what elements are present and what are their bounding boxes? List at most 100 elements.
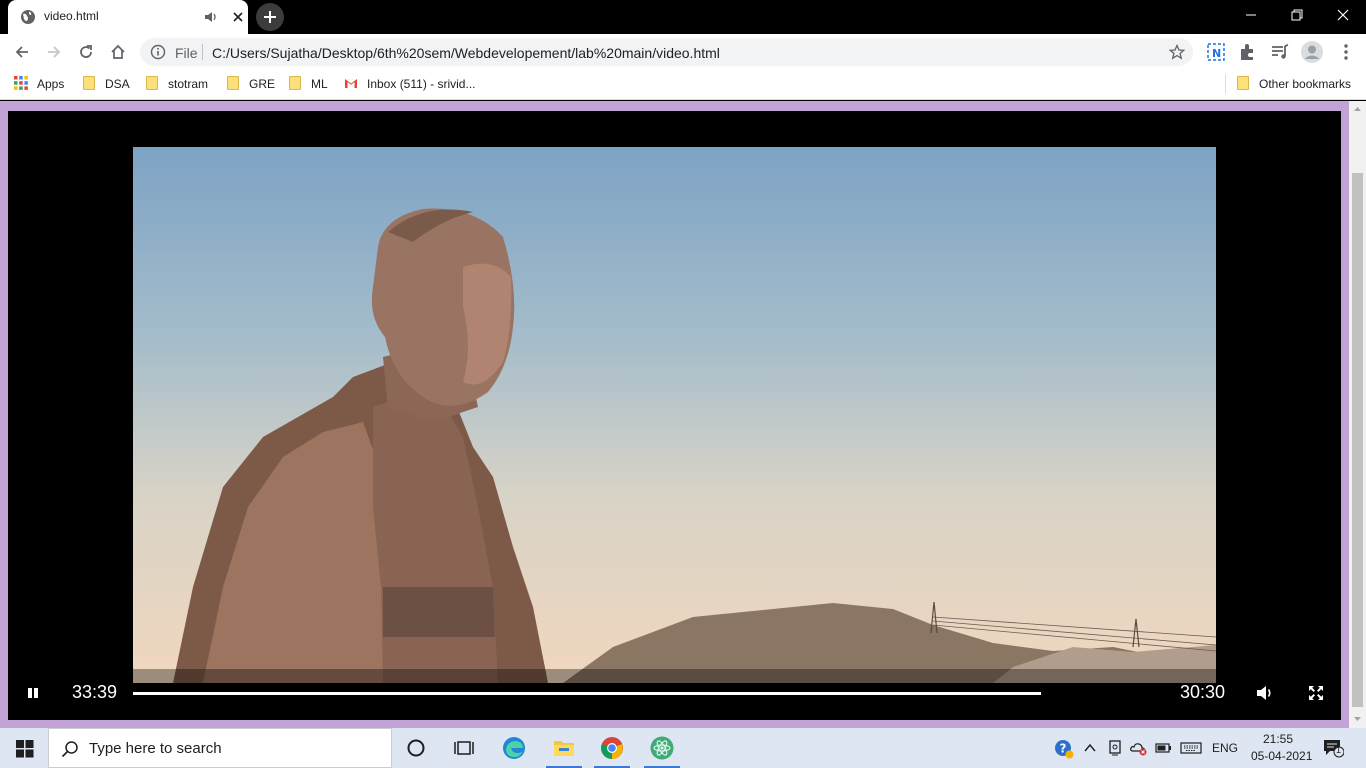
start-button[interactable] [0, 728, 48, 768]
pause-icon[interactable] [26, 686, 40, 700]
reload-button[interactable] [72, 38, 100, 66]
arrow-right-icon [48, 46, 61, 58]
bookmark-gre[interactable]: GRE [227, 76, 275, 94]
menu-kebab-icon[interactable] [1334, 40, 1358, 64]
globe-icon [21, 10, 35, 24]
media-control-icon[interactable] [1268, 40, 1292, 64]
task-view-button[interactable] [440, 728, 488, 768]
speaker-playing-icon[interactable] [204, 10, 218, 24]
extensions-puzzle-icon[interactable] [1236, 40, 1260, 64]
search-placeholder: Type here to search [89, 740, 222, 757]
close-tab-icon[interactable] [230, 9, 246, 25]
close-window-button[interactable] [1320, 0, 1366, 30]
notification-center[interactable]: 1 [1322, 738, 1345, 758]
tab-title: video.html [44, 9, 99, 23]
svg-text:N: N [1212, 47, 1221, 60]
bookmark-ml[interactable]: ML [289, 76, 328, 94]
fullscreen-icon[interactable] [1308, 685, 1324, 701]
profile-avatar-icon[interactable] [1300, 40, 1324, 64]
bookmark-apps[interactable]: Apps [14, 76, 64, 94]
other-bookmarks[interactable]: Other bookmarks [1237, 76, 1351, 94]
bookmark-label: stotram [168, 77, 209, 91]
taskbar-search[interactable]: Type here to search [48, 728, 392, 768]
help-icon[interactable]: ? [1054, 739, 1074, 759]
taskbar-chrome[interactable] [588, 728, 636, 768]
clock-time[interactable]: 21:55 [1263, 732, 1293, 746]
extension-n-icon[interactable]: N [1204, 40, 1228, 64]
folder-icon [227, 76, 239, 90]
bookmark-star-icon[interactable] [1169, 44, 1185, 60]
video-player[interactable]: 33:39 30:30 [8, 111, 1341, 720]
back-button[interactable] [8, 38, 36, 66]
page-scrollbar[interactable] [1349, 101, 1366, 728]
bookmark-stotram[interactable]: stotram [146, 76, 208, 94]
taskbar-file-explorer[interactable] [540, 728, 588, 768]
tab-strip: video.html [0, 0, 1366, 34]
duration-time: 30:30 [1180, 682, 1226, 702]
bookmark-dsa[interactable]: DSA [83, 76, 130, 94]
svg-text:?: ? [1060, 742, 1067, 756]
meet-now-icon[interactable] [1107, 740, 1123, 756]
cortana-circle-icon [407, 739, 425, 757]
scrollbar-thumb[interactable] [1352, 173, 1363, 707]
seek-bar[interactable] [133, 692, 1041, 695]
folder-icon [289, 76, 301, 90]
battery-icon[interactable] [1154, 740, 1172, 756]
reload-icon [80, 45, 92, 58]
url-scheme-label: File [175, 45, 198, 61]
taskbar-atom[interactable] [638, 728, 686, 768]
bookmark-label: ML [311, 77, 328, 91]
atom-editor-icon [650, 736, 674, 760]
windows-logo-icon [16, 740, 34, 758]
task-view-icon [454, 741, 474, 755]
restore-button[interactable] [1274, 0, 1320, 30]
other-bookmarks-label: Other bookmarks [1259, 77, 1352, 91]
address-bar[interactable]: File C:/Users/Sujatha/Desktop/6th%20sem/… [140, 38, 1193, 66]
folder-icon [146, 76, 158, 90]
keyboard-icon[interactable] [1180, 740, 1202, 756]
scroll-up-icon[interactable] [1353, 105, 1362, 114]
bookmark-label: GRE [249, 77, 276, 91]
current-time: 33:39 [72, 682, 118, 702]
bookmark-label: Inbox (511) - srivid... [367, 77, 476, 91]
onedrive-error-icon[interactable] [1130, 740, 1148, 756]
omnibox-separator [202, 44, 203, 60]
taskbar-edge[interactable] [490, 728, 538, 768]
volume-icon[interactable] [1256, 685, 1274, 701]
restore-icon [1291, 9, 1303, 21]
video-frame[interactable] [133, 147, 1216, 683]
plus-icon [264, 11, 276, 23]
language-indicator[interactable]: ENG [1212, 741, 1238, 755]
gmail-icon [345, 79, 357, 88]
url-text[interactable]: C:/Users/Sujatha/Desktop/6th%20sem/Webde… [212, 45, 720, 61]
folder-icon [1237, 76, 1249, 90]
windows-taskbar: Type here to search ? ENG 21:55 05-04-20… [0, 728, 1366, 768]
search-icon [61, 741, 78, 758]
bookmarks-divider [1225, 74, 1226, 94]
minimize-icon [1246, 14, 1256, 16]
chevron-up-icon[interactable] [1083, 741, 1097, 755]
page-content: 33:39 30:30 [0, 101, 1366, 728]
bookmark-label: DSA [105, 77, 130, 91]
apps-grid-icon [14, 76, 28, 90]
scroll-down-icon[interactable] [1353, 714, 1362, 723]
arrow-left-icon [15, 46, 28, 58]
minimize-button[interactable] [1228, 0, 1274, 30]
notification-count: 1 [1336, 745, 1342, 755]
chrome-icon [601, 737, 623, 759]
edge-icon [503, 737, 525, 759]
info-icon[interactable] [150, 44, 166, 60]
cortana-button[interactable] [392, 728, 440, 768]
home-button[interactable] [104, 38, 132, 66]
file-explorer-icon [554, 741, 574, 756]
forward-button[interactable] [40, 38, 68, 66]
close-icon [1337, 9, 1349, 21]
tab-video-html[interactable]: video.html [8, 0, 248, 34]
folder-icon [83, 76, 95, 90]
controls-shade [133, 669, 1216, 683]
bookmark-inbox[interactable]: Inbox (511) - srivid... [344, 76, 475, 94]
video-scene [173, 208, 1216, 683]
clock-date[interactable]: 05-04-2021 [1251, 749, 1312, 763]
new-tab-button[interactable] [256, 3, 284, 31]
home-icon [111, 44, 125, 59]
